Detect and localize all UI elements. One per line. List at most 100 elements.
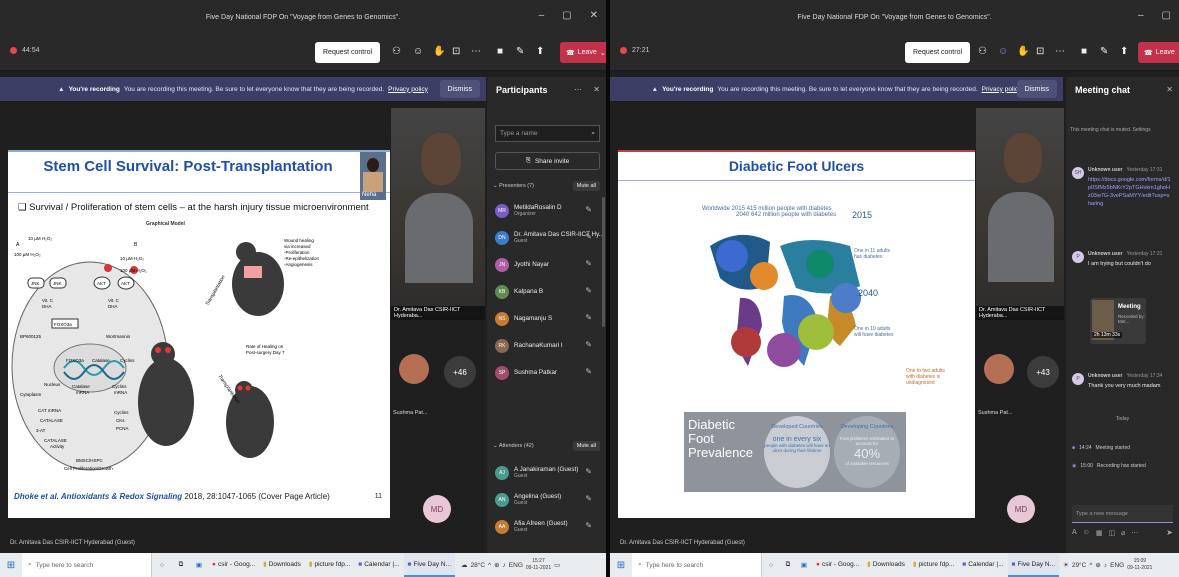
mute-all-attendees-button[interactable]: Mute all — [572, 441, 600, 451]
participant-tile-sushma[interactable]: Sushma Pat... — [393, 350, 433, 420]
privacy-policy-link[interactable]: Privacy policy — [388, 86, 428, 93]
leave-button[interactable]: ☎ Leave — [1138, 42, 1179, 63]
participant-row[interactable]: JN Jyothi Nayar ✎ — [487, 251, 606, 278]
clock[interactable]: 15:27 09-11-2021 — [526, 558, 551, 572]
participant-row[interactable]: AJ A Janakiraman (Guest) Guest ✎ — [487, 459, 606, 486]
attach-icon[interactable]: ⌀ — [1121, 529, 1125, 537]
file-explorer-icon[interactable]: ▣ — [190, 561, 208, 569]
taskbar-app-chrome[interactable]: ● csir - Goog... — [812, 553, 863, 577]
participant-row[interactable]: SP Sushma Patkar ✎ — [487, 359, 606, 386]
sticker-icon[interactable]: ◫ — [1108, 529, 1115, 537]
minimize-icon[interactable]: – — [539, 10, 545, 21]
more-icon[interactable]: ⋯ — [574, 85, 582, 94]
taskbar-app-calendar[interactable]: ■ Calendar |... — [354, 553, 403, 577]
people-icon[interactable]: ⚇ — [978, 46, 987, 58]
file-explorer-icon[interactable]: ▣ — [796, 561, 812, 569]
close-icon[interactable]: ✕ — [590, 10, 598, 21]
request-control-button[interactable]: Request control — [315, 42, 381, 63]
mic-muted-icon[interactable]: ✎ — [585, 340, 592, 349]
overflow-count[interactable]: +43 — [1027, 356, 1059, 388]
participant-search-input[interactable]: Type a name ⌕ — [495, 125, 600, 142]
maximize-icon[interactable]: ▢ — [562, 10, 571, 21]
taskbar-app-downloads[interactable]: ▮ Downloads — [259, 553, 305, 577]
taskbar-app-downloads[interactable]: ▮ Downloads — [863, 553, 909, 577]
share-icon[interactable]: ⬆ — [536, 46, 544, 58]
more-icon[interactable]: ⋯ — [1055, 46, 1065, 58]
volume-icon[interactable]: ♪ — [503, 562, 506, 569]
mic-off-icon[interactable]: ✎ — [516, 46, 524, 58]
overflow-count[interactable]: +46 — [444, 356, 476, 388]
scrollbar[interactable] — [602, 197, 605, 327]
windows-start-icon[interactable]: ⊞ — [610, 560, 632, 571]
notifications-icon[interactable]: ▭ — [554, 561, 560, 569]
task-view-icon[interactable]: ⧉ — [172, 561, 190, 569]
participant-row[interactable]: MR MetildaRosalin D Organizer ✎ — [487, 197, 606, 224]
mute-all-button[interactable]: Mute all — [572, 181, 600, 191]
presenters-header[interactable]: ⌄ Presenters (7) — [493, 183, 534, 189]
mic-muted-icon[interactable]: ✎ — [585, 232, 592, 241]
network-icon[interactable]: ⊕ — [494, 561, 499, 569]
close-icon[interactable]: ✕ — [1166, 85, 1173, 94]
gif-icon[interactable]: ▦ — [1096, 529, 1103, 537]
format-icon[interactable]: A — [1072, 529, 1077, 537]
camera-off-icon[interactable]: ■ — [497, 46, 503, 58]
network-icon[interactable]: ⊕ — [1095, 561, 1100, 569]
compose-message-input[interactable]: Type a new message — [1072, 505, 1173, 523]
windows-start-icon[interactable]: ⊞ — [0, 560, 22, 571]
chat-link[interactable]: https://docs.google.com/forms/d/1p0SfMz5… — [1088, 176, 1171, 208]
participant-row[interactable]: NS Nagamanju S ✎ — [487, 305, 606, 332]
taskbar-app-picture[interactable]: ▮ picture fdp... — [909, 553, 958, 577]
send-icon[interactable]: ➤ — [1166, 528, 1173, 537]
participant-row[interactable]: AA Afia Afreen (Guest) Guest ✎ — [487, 513, 606, 540]
dismiss-button[interactable]: Dismiss — [439, 80, 480, 98]
participant-row[interactable]: AN Angelina (Guest) Guest ✎ — [487, 486, 606, 513]
share-invite-button[interactable]: ⎘ Share invite — [495, 152, 600, 170]
participant-row[interactable]: KB Kalpana B ✎ — [487, 278, 606, 305]
mic-muted-icon[interactable]: ✎ — [585, 313, 592, 322]
participant-row[interactable]: DN Dr. Amitava Das CSIR-IICT Hy... Guest ✎ — [487, 224, 606, 251]
chat-icon[interactable]: ☺ — [413, 46, 423, 58]
cortana-icon[interactable]: ○ — [762, 562, 780, 569]
volume-icon[interactable]: ♪ — [1104, 562, 1107, 569]
mic-muted-icon[interactable]: ✎ — [585, 286, 592, 295]
people-icon[interactable]: ⚇ — [392, 46, 401, 58]
language[interactable]: ENG — [509, 562, 523, 569]
task-view-icon[interactable]: ⧉ — [780, 561, 796, 569]
speaker-video[interactable]: Dr. Amitava Das CSIR-IICT Hyderaba... — [391, 108, 485, 320]
meeting-recording-card[interactable]: Meeting Recorded by: Met... 2h 13m 33s — [1090, 298, 1146, 344]
mic-muted-icon[interactable]: ✎ — [585, 259, 592, 268]
reactions-icon[interactable]: ✋ — [433, 46, 445, 58]
taskbar-app-chrome[interactable]: ● csir - Goog... — [208, 553, 259, 577]
mic-muted-icon[interactable]: ✎ — [585, 205, 592, 214]
taskbar-app-fiveday[interactable]: ■ Five Day N... — [403, 553, 455, 577]
attendees-header[interactable]: ⌄ Attenders (42) — [493, 443, 534, 449]
dismiss-button[interactable]: Dismiss — [1016, 80, 1057, 98]
participant-tile-sushma[interactable]: Sushma Pat... — [978, 350, 1018, 420]
mic-muted-icon[interactable]: ✎ — [585, 367, 592, 376]
rooms-icon[interactable]: ⊡ — [1036, 46, 1044, 58]
rooms-icon[interactable]: ⊡ — [452, 46, 460, 58]
share-icon[interactable]: ⬆ — [1120, 46, 1128, 58]
participant-row[interactable]: RK RachanaKumari I ✎ — [487, 332, 606, 359]
maximize-icon[interactable]: ▢ — [1162, 10, 1171, 21]
mic-muted-icon[interactable]: ✎ — [585, 521, 592, 530]
more-icon[interactable]: ⋯ — [471, 46, 481, 58]
taskbar-app-calendar[interactable]: ■ Calendar |... — [958, 553, 1007, 577]
more-icon[interactable]: ⋯ — [1131, 529, 1138, 537]
language[interactable]: ENG — [1110, 562, 1124, 569]
tray-chevron-icon[interactable]: ^ — [1089, 562, 1092, 569]
speaker-video[interactable]: Dr. Amitava Das CSIR-IICT Hyderaba... — [976, 108, 1064, 320]
privacy-policy-link[interactable]: Privacy policy — [982, 86, 1022, 93]
reactions-icon[interactable]: ✋ — [1017, 46, 1029, 58]
chat-icon[interactable]: ☺ — [998, 46, 1008, 58]
request-control-button[interactable]: Request control — [905, 42, 971, 63]
emoji-icon[interactable]: ☺ — [1083, 529, 1090, 537]
mic-muted-icon[interactable]: ✎ — [585, 494, 592, 503]
close-icon[interactable]: ✕ — [593, 85, 600, 94]
mic-off-icon[interactable]: ✎ — [1100, 46, 1108, 58]
leave-button[interactable]: ☎ Leave ⌄ — [560, 42, 606, 63]
taskbar-search[interactable]: ⌕ Type here to search — [632, 553, 762, 577]
clock[interactable]: 15:09 09-11-2021 — [1127, 558, 1152, 572]
minimize-icon[interactable]: – — [1138, 10, 1144, 21]
taskbar-search[interactable]: ⌕ Type here to search — [22, 553, 152, 577]
